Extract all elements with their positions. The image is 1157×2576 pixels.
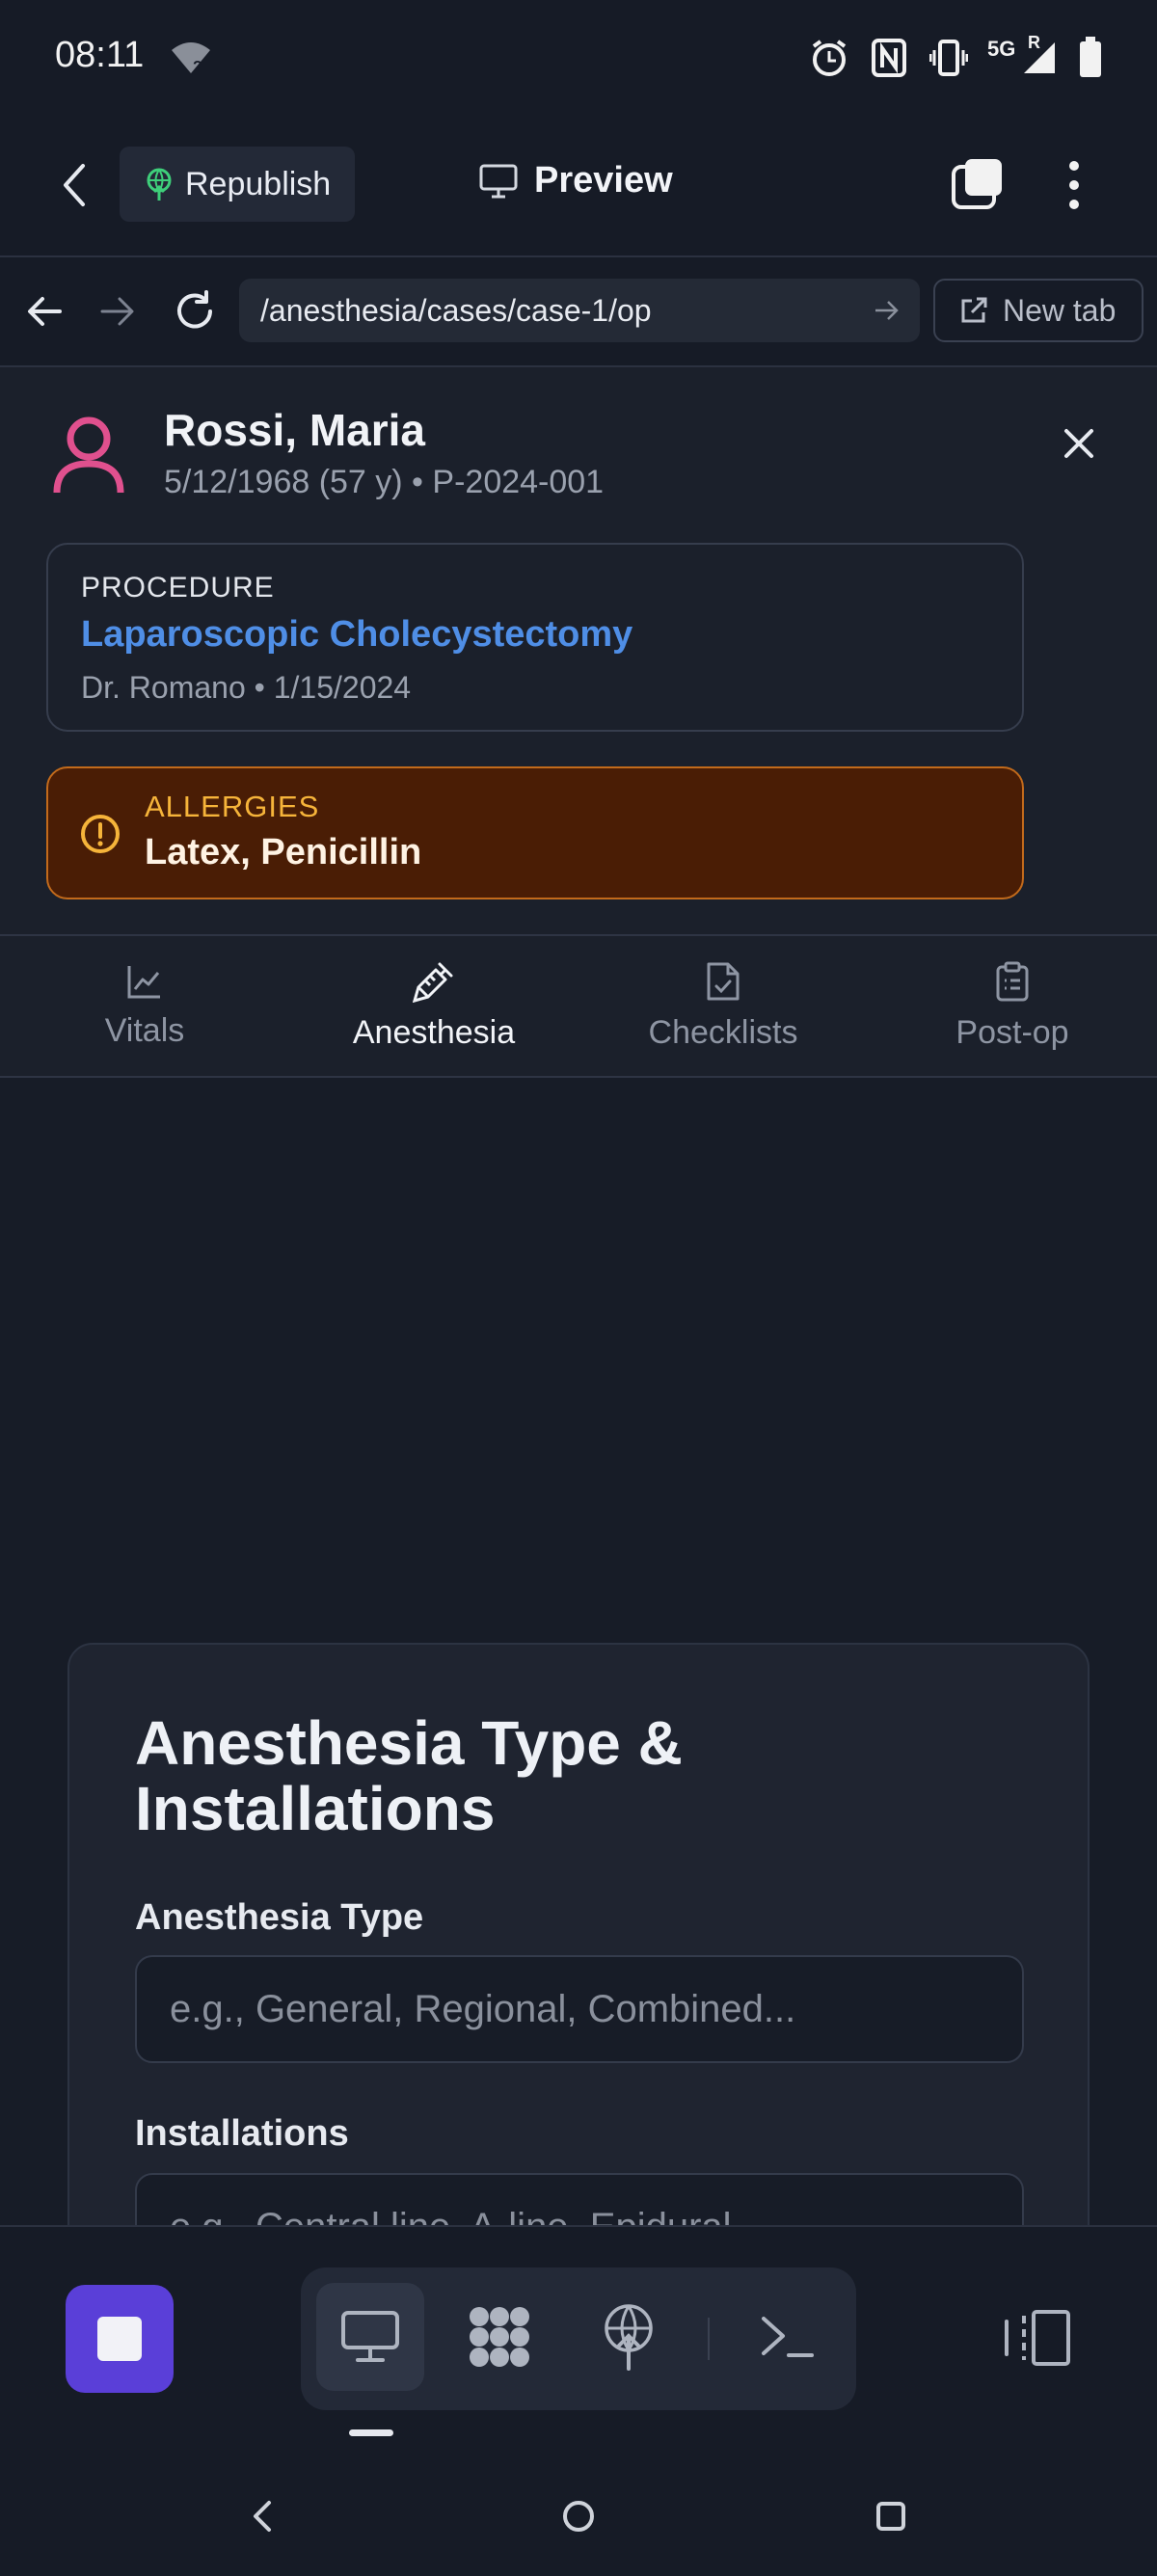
anesthesia-type-card: Anesthesia Type & Installations Anesthes… (67, 1643, 1090, 2225)
mode-switcher (301, 2267, 856, 2410)
go-arrow-icon[interactable] (874, 298, 901, 323)
installations-input[interactable] (135, 2173, 1024, 2225)
new-tab-button[interactable]: New tab (933, 279, 1144, 342)
file-check-icon (705, 960, 741, 1003)
deploy-icon (600, 2303, 658, 2371)
more-menu-button[interactable] (1061, 158, 1088, 212)
procedure-card: PROCEDURE Laparoscopic Cholecystectomy D… (46, 543, 1024, 732)
monitor-icon (478, 163, 519, 200)
alert-circle-icon (79, 813, 121, 855)
stop-icon (97, 2317, 142, 2361)
allergy-label: ALLERGIES (145, 790, 320, 823)
tab-post-op[interactable]: Post-op (868, 936, 1157, 1076)
line-chart-icon (125, 962, 164, 1001)
system-back-button[interactable] (224, 2468, 301, 2564)
procedure-label: PROCEDURE (81, 572, 275, 604)
terminal-icon (758, 2313, 816, 2361)
url-bar: /anesthesia/cases/case-1/op New tab (0, 257, 1157, 367)
tab-checklists-label: Checklists (648, 1014, 798, 1051)
syringe-icon (413, 960, 455, 1003)
signal-icon (1022, 40, 1057, 75)
preview-toggle[interactable]: Preview (478, 160, 673, 201)
republish-label: Republish (185, 165, 332, 202)
clipboard-list-icon (994, 960, 1031, 1003)
nfc-icon (872, 39, 906, 77)
mode-divider (708, 2318, 710, 2360)
app-toolbar: Republish Preview (0, 116, 1157, 257)
stop-button[interactable] (66, 2285, 174, 2393)
anesthesia-type-label: Anesthesia Type (135, 1897, 424, 1938)
reload-button[interactable] (174, 290, 216, 333)
url-field[interactable]: /anesthesia/cases/case-1/op (239, 279, 920, 342)
patient-meta: 5/12/1968 (57 y) • P-2024-001 (164, 464, 605, 500)
back-button[interactable] (58, 162, 93, 208)
battery-icon (1078, 37, 1103, 79)
tabs-button[interactable] (951, 156, 1005, 210)
tab-checklists[interactable]: Checklists (578, 936, 868, 1076)
anesthesia-type-input[interactable] (135, 1955, 1024, 2063)
patient-header: Rossi, Maria 5/12/1968 (57 y) • P-2024-0… (0, 367, 1157, 936)
installations-label: Installations (135, 2113, 349, 2154)
apps-mode-button[interactable] (445, 2283, 553, 2391)
procedure-meta: Dr. Romano • 1/15/2024 (81, 670, 412, 705)
tab-post-op-label: Post-op (955, 1014, 1069, 1051)
tab-vitals[interactable]: Vitals (0, 936, 289, 1076)
allergy-value: Latex, Penicillin (145, 832, 422, 872)
system-recents-button[interactable] (852, 2468, 929, 2564)
new-tab-label: New tab (1003, 292, 1117, 328)
nav-forward-button[interactable] (98, 292, 137, 331)
split-view-icon (1001, 2308, 1074, 2368)
preview-label: Preview (534, 160, 673, 201)
tab-anesthesia[interactable]: Anesthesia (289, 936, 578, 1076)
split-view-button[interactable] (1001, 2308, 1074, 2368)
desktop-mode-button[interactable] (316, 2283, 424, 2391)
republish-button[interactable]: Republish (120, 147, 355, 222)
avatar (52, 416, 125, 495)
tab-bar: Vitals Anesthesia Checklists Post-op (0, 936, 1157, 1078)
nav-back-button[interactable] (25, 292, 64, 331)
vibrate-icon (929, 39, 968, 77)
url-text: /anesthesia/cases/case-1/op (260, 292, 652, 328)
procedure-name: Laparoscopic Cholecystectomy (81, 614, 633, 655)
wifi-unknown-icon: ? (170, 40, 212, 75)
external-link-icon (958, 295, 989, 326)
dock-handle[interactable] (349, 2429, 393, 2436)
bottom-dock (0, 2225, 1157, 2576)
tab-anesthesia-label: Anesthesia (352, 1014, 516, 1051)
apps-icon (466, 2303, 533, 2371)
main-content[interactable]: Anesthesia Type & Installations Anesthes… (0, 1078, 1157, 2225)
allergy-card: ALLERGIES Latex, Penicillin (46, 766, 1024, 899)
close-button[interactable] (1063, 427, 1095, 460)
patient-name: Rossi, Maria (164, 405, 425, 455)
system-home-button[interactable] (540, 2468, 617, 2564)
svg-text:?: ? (193, 59, 202, 75)
clock: 08:11 (55, 35, 145, 75)
deploy-mode-button[interactable] (575, 2283, 683, 2391)
desktop-icon (340, 2310, 400, 2364)
tab-vitals-label: Vitals (104, 1012, 185, 1049)
network-type: 5G (987, 37, 1016, 61)
section-title: Anesthesia Type & Installations (135, 1708, 683, 1843)
terminal-mode-button[interactable] (733, 2283, 841, 2391)
alarm-icon (810, 39, 848, 77)
status-bar: 08:11 ? 5G R (0, 0, 1157, 116)
globe-upload-icon (145, 168, 174, 201)
